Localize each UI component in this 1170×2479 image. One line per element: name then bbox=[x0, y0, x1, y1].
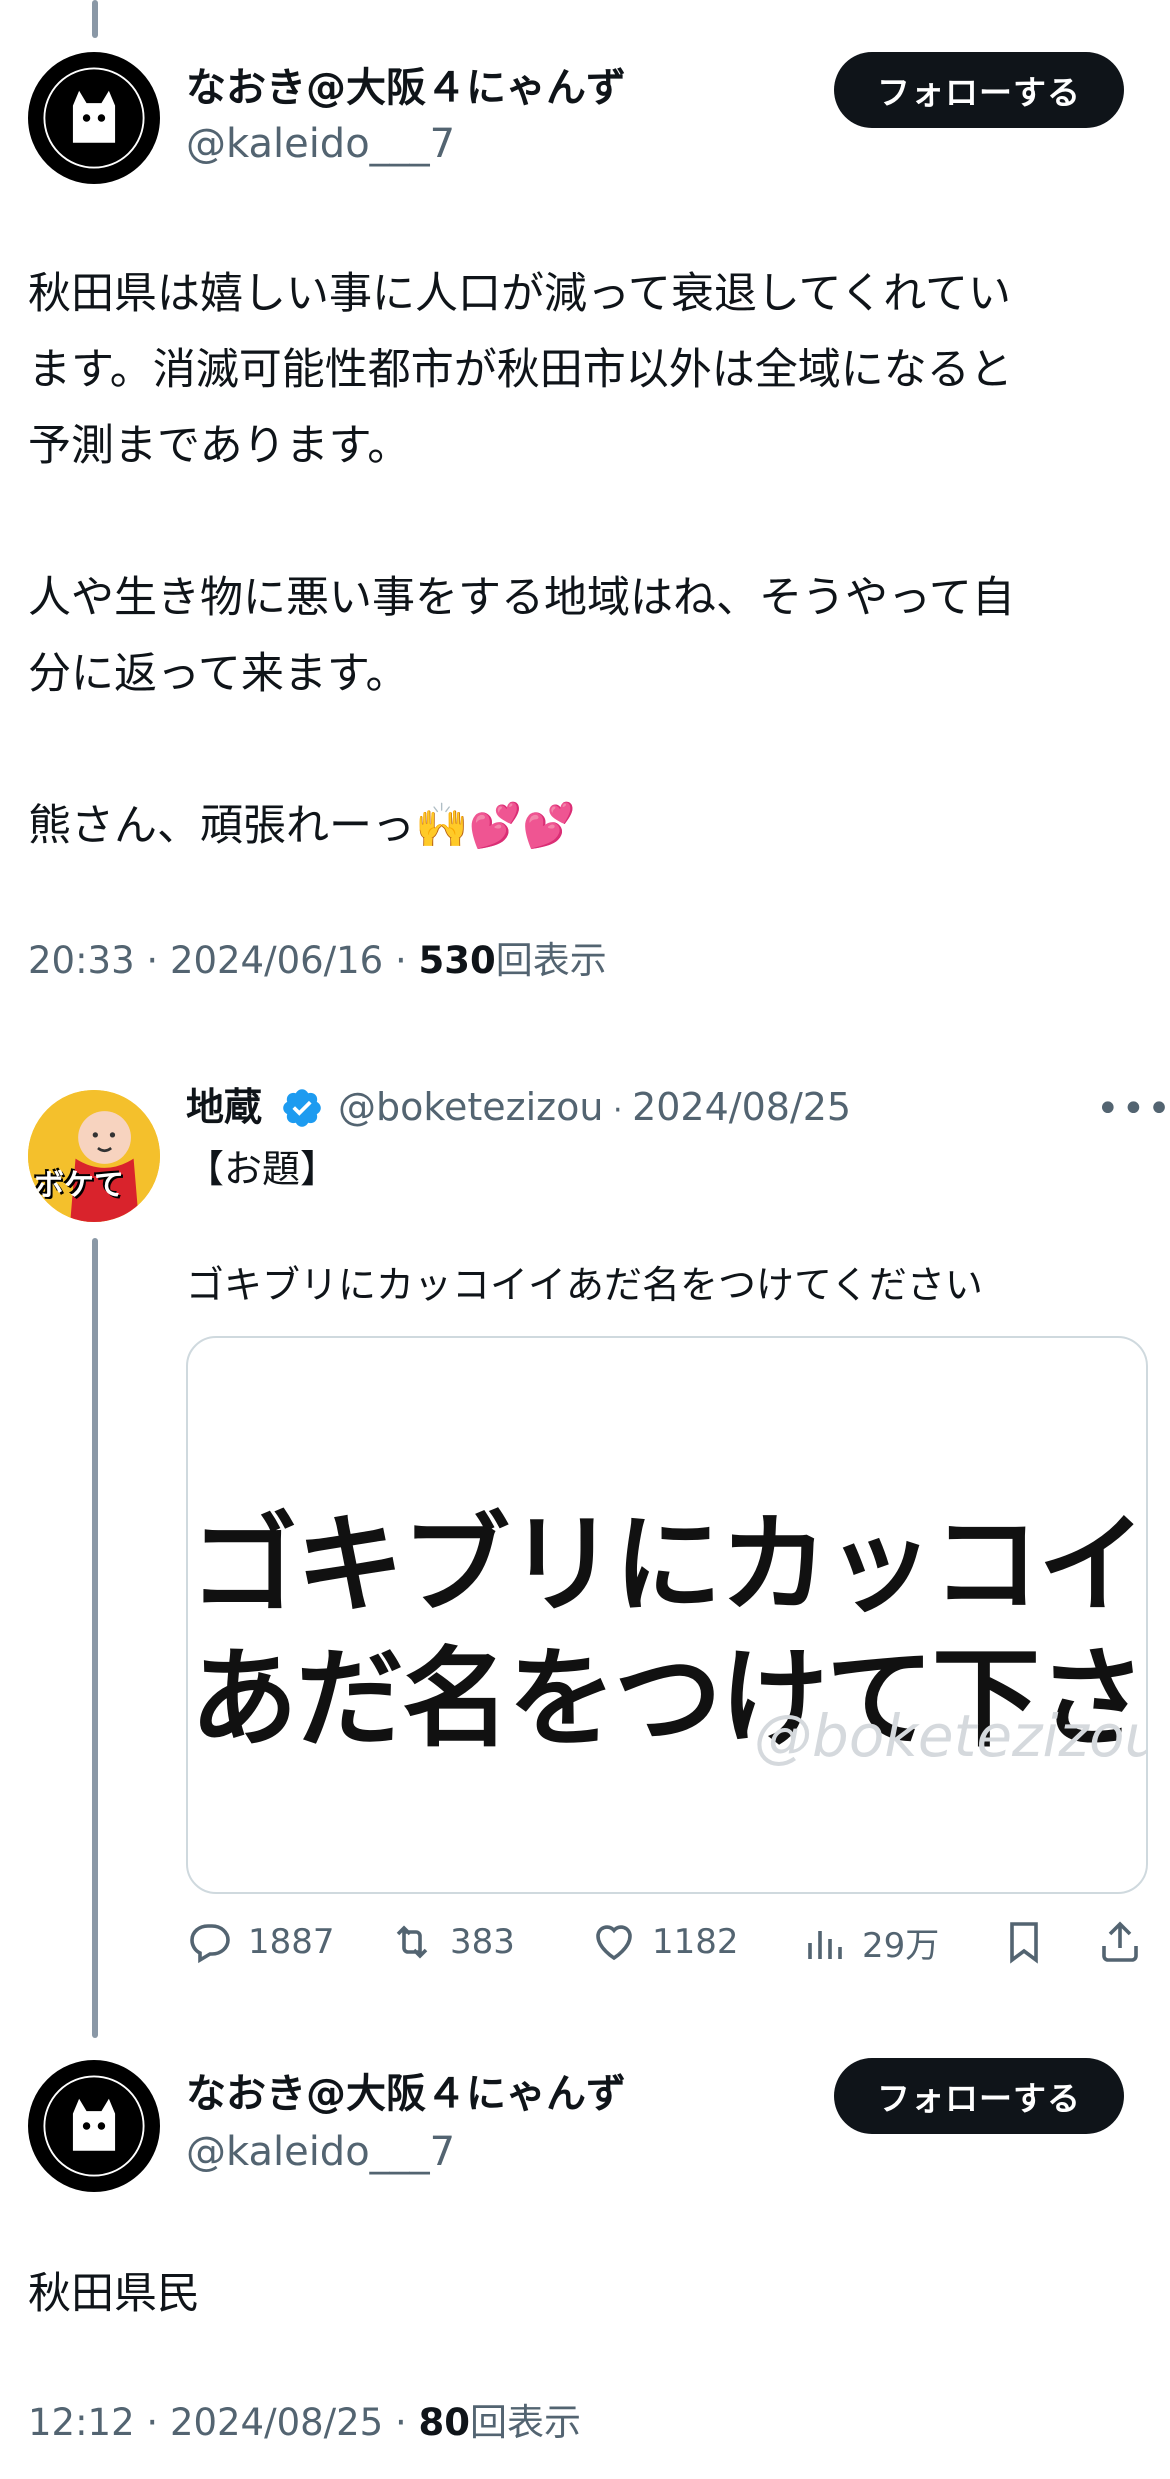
post-date[interactable]: 2024/06/16 bbox=[170, 939, 383, 982]
post-meta: 20:33 · 2024/06/16 · 530回表示 bbox=[28, 939, 607, 982]
author-display-name[interactable]: なおき@大阪４にゃんず bbox=[186, 2070, 626, 2118]
post-text-line: 人や生き物に悪い事をする地域はね、そうやって自 bbox=[28, 573, 1015, 623]
analytics-icon bbox=[808, 1930, 842, 1959]
quote-avatar[interactable]: ボケて bbox=[28, 1090, 160, 1222]
views-count: 29万 bbox=[862, 1926, 940, 1966]
more-options-button[interactable]: ••• bbox=[1096, 1086, 1170, 1132]
repost-count: 383 bbox=[450, 1922, 515, 1962]
thread-line-top bbox=[92, 0, 98, 38]
views-button[interactable]: 29万 bbox=[800, 1918, 939, 1967]
post-meta: 12:12 · 2024/08/25 · 80回表示 bbox=[28, 2401, 581, 2444]
quote-display-name[interactable]: 地蔵 bbox=[186, 1084, 262, 1130]
bookmark-button[interactable] bbox=[1000, 1918, 1048, 1966]
post-date[interactable]: 2024/08/25 bbox=[170, 2401, 383, 2444]
views-label: 回表示 bbox=[495, 939, 607, 982]
repost-button[interactable]: 383 bbox=[388, 1918, 515, 1966]
quote-handle-date: @boketezizou · 2024/08/25 bbox=[338, 1085, 852, 1129]
verified-badge-icon bbox=[283, 1089, 321, 1127]
media-card[interactable]: ゴキブリにカッコイイ あだ名をつけて下さい @boketezizou bbox=[186, 1336, 1148, 1894]
like-button[interactable]: 1182 bbox=[590, 1918, 739, 1966]
avatar[interactable] bbox=[28, 52, 160, 184]
quote-title: 【お題】 bbox=[186, 1147, 339, 1191]
post-text-line: 熊さん、頑張れーっ🙌💕💕 bbox=[28, 801, 576, 851]
post-time[interactable]: 12:12 bbox=[28, 2401, 135, 2444]
follow-button[interactable]: フォローする bbox=[834, 2058, 1124, 2134]
quote-body: ゴキブリにカッコイイあだ名をつけてください bbox=[186, 1263, 983, 1307]
author-display-name[interactable]: なおき@大阪４にゃんず bbox=[186, 64, 626, 112]
media-text-line: ゴキブリにカッコイイ bbox=[190, 1503, 1148, 1628]
post-text-line: 分に返って来ます。 bbox=[28, 649, 409, 699]
quote-avatar-text: ボケて bbox=[34, 1168, 124, 1203]
reply-icon bbox=[190, 1924, 230, 1964]
cat-logo-icon bbox=[34, 58, 154, 178]
post-text-line: 予測まであります。 bbox=[28, 421, 411, 471]
bookmark-icon bbox=[1010, 1922, 1038, 1964]
author-handle[interactable]: @kaleido___7 bbox=[186, 120, 455, 168]
post-text: 秋田県民 bbox=[28, 2269, 200, 2319]
like-count: 1182 bbox=[652, 1922, 739, 1962]
thread-line-quote bbox=[92, 1238, 98, 2038]
post-text-line: 秋田県は嬉しい事に人口が減って衰退してくれてい bbox=[28, 269, 1011, 319]
follow-button[interactable]: フォローする bbox=[834, 52, 1124, 128]
heart-icon bbox=[596, 1925, 632, 1961]
views-label: 回表示 bbox=[470, 2401, 581, 2444]
reply-button[interactable]: 1887 bbox=[186, 1918, 335, 1966]
reply-count: 1887 bbox=[248, 1922, 335, 1962]
share-icon bbox=[1102, 1921, 1138, 1962]
author-handle[interactable]: @kaleido___7 bbox=[186, 2128, 455, 2176]
cat-logo-icon bbox=[34, 2066, 154, 2186]
avatar[interactable] bbox=[28, 2060, 160, 2192]
share-button[interactable] bbox=[1096, 1918, 1144, 1966]
repost-icon bbox=[396, 1925, 428, 1959]
media-watermark: @boketezizou bbox=[754, 1702, 1148, 1770]
view-count: 80 bbox=[418, 2401, 471, 2444]
post-text-line: ます。消滅可能性都市が秋田市以外は全域になると bbox=[28, 345, 1013, 395]
quote-date[interactable]: 2024/08/25 bbox=[632, 1085, 851, 1129]
quote-handle[interactable]: @boketezizou bbox=[338, 1085, 603, 1129]
post-time[interactable]: 20:33 bbox=[28, 939, 135, 982]
view-count: 530 bbox=[418, 939, 496, 982]
